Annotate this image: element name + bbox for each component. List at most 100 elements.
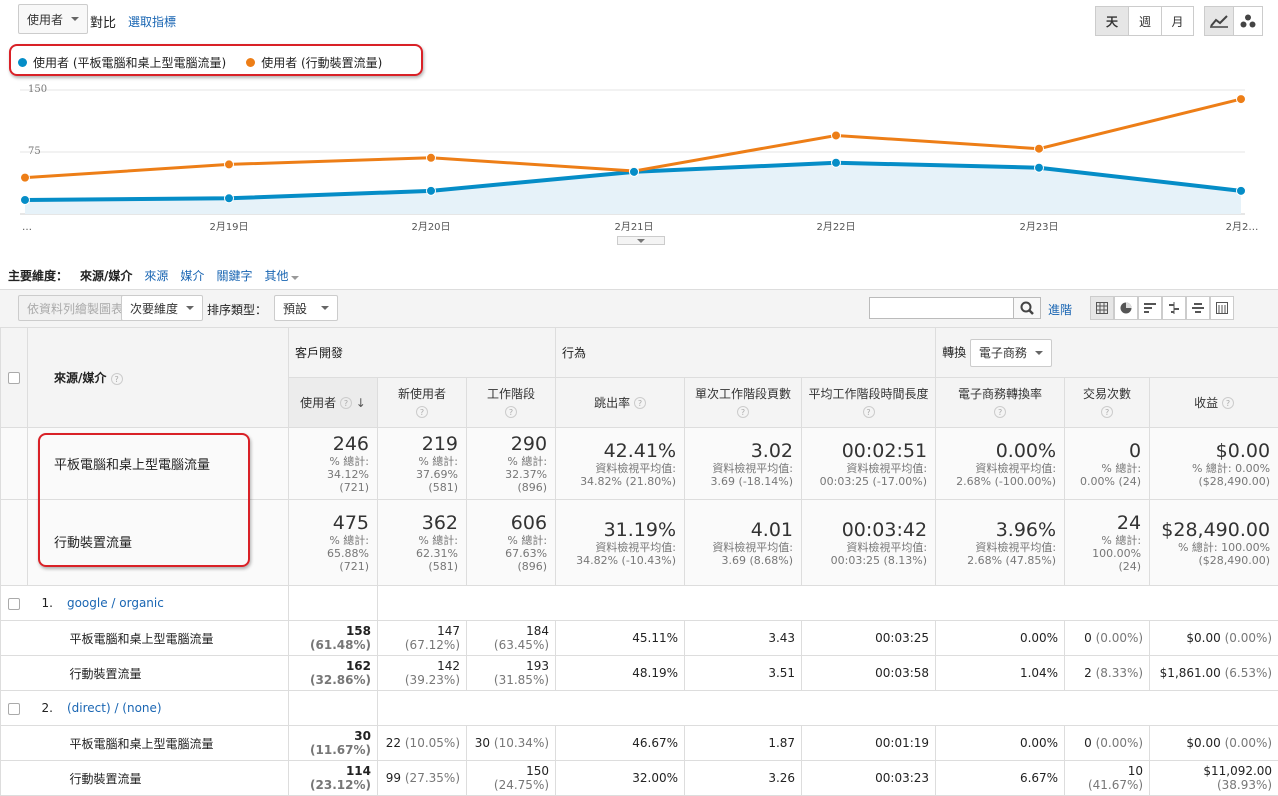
row-duration: 00:03:25 (802, 621, 936, 656)
series1-point[interactable] (21, 195, 30, 204)
dimension-keyword[interactable]: 關鍵字 (216, 267, 252, 284)
advanced-filter-link[interactable]: 進階 (1048, 301, 1072, 318)
summary-sub1: 資料檢視平均值: (691, 462, 793, 475)
col-avg-duration[interactable]: 平均工作階段時間長度 ? (802, 378, 936, 428)
summary-sub1: % 總計: 0.00% (1156, 462, 1270, 475)
series1-point[interactable] (225, 194, 234, 203)
help-icon[interactable]: ? (634, 397, 646, 409)
table-search-input[interactable] (869, 297, 1014, 319)
new-users-pct: (39.23%) (405, 673, 460, 687)
conversion-select[interactable]: 電子商務 (970, 339, 1052, 367)
summary-value: 0.00% (942, 440, 1056, 462)
col-sessions[interactable]: 工作階段? (467, 378, 556, 428)
view-switcher (1090, 296, 1234, 320)
col-bounce-rate[interactable]: 跳出率 ? (556, 378, 685, 428)
row-conv: 6.67% (936, 761, 1065, 796)
series2-point[interactable] (225, 160, 234, 169)
line-chart-button[interactable] (1204, 6, 1234, 36)
sort-type-select[interactable]: 預設 (274, 295, 338, 321)
summary-sub2: 65.88% (721) (295, 547, 369, 573)
series1-point[interactable] (1035, 163, 1044, 172)
dimension-medium[interactable]: 媒介 (180, 267, 204, 284)
motion-chart-button[interactable] (1233, 6, 1263, 36)
y-tick-label: 75 (28, 146, 41, 157)
help-icon[interactable]: ? (994, 406, 1006, 418)
table-view-button[interactable] (1090, 296, 1114, 320)
col-new-users-label: 新使用者 (398, 387, 446, 401)
summary-value: 475 (295, 512, 369, 534)
summary-cell: 0.00% 資料檢視平均值: 2.68% (-100.00%) (936, 428, 1065, 500)
row-new-users: 99 (27.35%) (378, 761, 467, 796)
series2-point[interactable] (427, 153, 436, 162)
dimension-other[interactable]: 其他 (264, 267, 299, 284)
help-icon[interactable]: ? (111, 373, 123, 385)
pie-view-button[interactable] (1114, 296, 1138, 320)
col-transactions[interactable]: 交易次數? (1065, 378, 1150, 428)
summary-value: 3.02 (691, 440, 793, 462)
select-all-checkbox[interactable] (8, 372, 20, 384)
series2-point[interactable] (1035, 144, 1044, 153)
help-icon[interactable]: ? (863, 406, 875, 418)
period-week-button[interactable]: 週 (1128, 6, 1162, 36)
summary-cell: 362 % 總計: 62.31% (581) (378, 500, 467, 586)
col-revenue[interactable]: 收益 ? (1150, 378, 1278, 428)
row-checkbox[interactable] (8, 703, 20, 715)
row-sessions: 150 (24.75%) (467, 761, 556, 796)
period-month-button[interactable]: 月 (1161, 6, 1194, 36)
series2-point[interactable] (21, 173, 30, 182)
group-spacer (378, 691, 1278, 726)
term-cloud-view-button[interactable] (1186, 296, 1210, 320)
row-checkbox[interactable] (8, 598, 20, 610)
summary-sub2: 2.68% (-100.00%) (942, 475, 1056, 488)
dimension-source-medium[interactable]: 來源/媒介 (80, 267, 132, 284)
help-icon[interactable]: ? (340, 397, 352, 409)
summary-sub3: (24) (1071, 560, 1141, 573)
users-pct: (11.67%) (310, 743, 371, 757)
row-new-users: 147 (67.12%) (378, 621, 467, 656)
pivot-view-button[interactable] (1210, 296, 1234, 320)
group-name-link[interactable]: google / organic (67, 596, 164, 610)
new-users-value: 142 (437, 659, 460, 673)
summary-sub1: % 總計: (384, 455, 458, 468)
period-day-button[interactable]: 天 (1095, 6, 1129, 36)
dimension-header[interactable]: 來源/媒介 ? (28, 328, 289, 428)
series2-point[interactable] (832, 131, 841, 140)
help-icon[interactable]: ? (1101, 406, 1113, 418)
row-bounce: 32.00% (556, 761, 685, 796)
col-new-users[interactable]: 新使用者? (378, 378, 467, 428)
series1-point[interactable] (630, 167, 639, 176)
chevron-down-icon (186, 306, 194, 310)
compare-label: 對比 (90, 12, 116, 31)
summary-sub2: 00:03:25 (8.13%) (808, 554, 927, 567)
pivot-icon (1216, 302, 1228, 314)
performance-view-button[interactable] (1138, 296, 1162, 320)
col-pages-per-session[interactable]: 單次工作階段頁數? (685, 378, 802, 428)
group-spacer (289, 691, 378, 726)
series1-point[interactable] (1237, 186, 1246, 195)
col-ecom-conv-rate[interactable]: 電子商務轉換率? (936, 378, 1065, 428)
revenue-value: $0.00 (1186, 736, 1220, 750)
group-name-cell: 2.(direct) / (none) (28, 691, 289, 726)
group-name-link[interactable]: (direct) / (none) (67, 701, 162, 715)
revenue-value: $0.00 (1186, 631, 1220, 645)
select-metric-link[interactable]: 選取指標 (128, 13, 176, 30)
search-button[interactable] (1013, 297, 1041, 319)
plot-rows-button[interactable]: 依資料列繪製圖表 (18, 295, 132, 321)
summary-sub1: % 總計: (473, 534, 547, 547)
col-users[interactable]: 使用者 ? ↓ (289, 378, 378, 428)
metric-select[interactable]: 使用者 (18, 4, 88, 34)
series1-point[interactable] (832, 158, 841, 167)
help-icon[interactable]: ? (416, 406, 428, 418)
secondary-dimension-select[interactable]: 次要維度 (121, 295, 203, 321)
summary-sub2: 100.00% (1071, 547, 1141, 560)
series1-point[interactable] (427, 186, 436, 195)
dimension-source[interactable]: 來源 (144, 267, 168, 284)
help-icon[interactable]: ? (737, 406, 749, 418)
help-icon[interactable]: ? (1222, 397, 1234, 409)
help-icon[interactable]: ? (505, 406, 517, 418)
comparison-view-button[interactable] (1162, 296, 1186, 320)
series2-point[interactable] (1237, 95, 1246, 104)
chart-collapse-handle[interactable] (617, 236, 665, 245)
summary-cell: 00:02:51 資料檢視平均值: 00:03:25 (-17.00%) (802, 428, 936, 500)
table-row: 平板電腦和桌上型電腦流量 30 (11.67%) 22 (10.05%) 30 … (1, 726, 1278, 761)
